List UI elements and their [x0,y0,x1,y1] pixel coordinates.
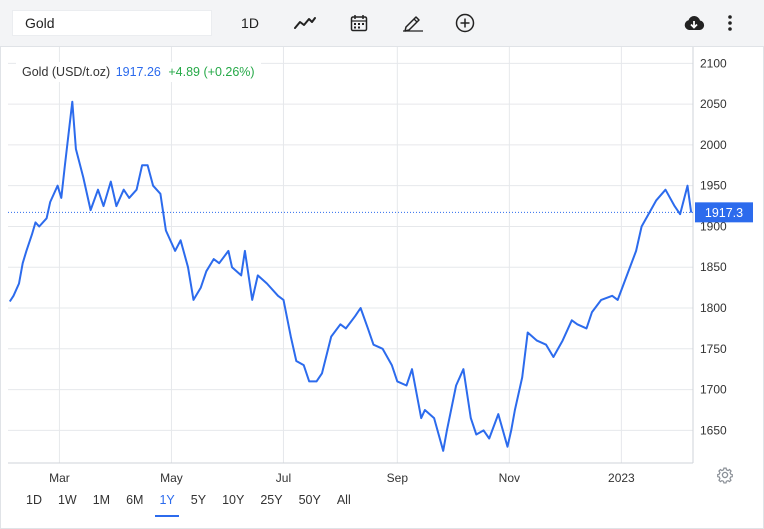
cloud-download-icon[interactable] [678,8,710,38]
x-tick-label: May [160,471,183,485]
y-tick-label: 2100 [700,56,727,70]
y-tick-label: 1750 [700,342,727,356]
range-button-1w[interactable]: 1W [50,490,85,515]
range-button-1m[interactable]: 1M [85,490,118,515]
plus-circle-icon[interactable] [448,8,482,38]
x-tick-label: Jul [276,471,291,485]
range-button-1d[interactable]: 1D [18,490,50,515]
x-tick-label: 2023 [608,471,635,485]
range-selector: 1D 1W 1M 6M 1Y 5Y 10Y 25Y 50Y All [18,490,359,517]
x-tick-label: Mar [49,471,70,485]
symbol-search-input[interactable]: Gold [12,10,212,36]
range-button-10y[interactable]: 10Y [214,490,252,515]
legend-change: +4.89 (+0.26%) [168,65,255,79]
chart-area[interactable]: 1650 1700 1750 1800 1850 1900 1950 2000 2050 2100… [0,47,764,492]
legend-price: 1917.26 [115,65,161,79]
x-tick-label: Nov [499,471,520,485]
range-button-6m[interactable]: 6M [118,490,151,515]
range-button-all[interactable]: All [329,490,359,515]
price-tag-label: 1917.3 [705,206,743,220]
range-button-1y[interactable]: 1Y [151,490,182,517]
range-button-25y[interactable]: 25Y [252,490,290,515]
y-tick-label: 1850 [700,260,727,274]
pencil-icon[interactable] [396,8,430,38]
y-tick-label: 1800 [700,301,727,315]
y-tick-label: 2000 [700,138,727,152]
interval-button[interactable]: 1D [232,8,268,38]
x-tick-label: Sep [387,471,409,485]
y-tick-label: 2050 [700,97,727,111]
legend-symbol-name: Gold (USD/t.oz) [22,65,111,79]
y-tick-label: 1950 [700,179,727,193]
range-button-5y[interactable]: 5Y [183,490,214,515]
range-button-50y[interactable]: 50Y [291,490,329,515]
calendar-icon[interactable] [342,8,376,38]
y-tick-label: 1700 [700,383,727,397]
gear-icon[interactable] [716,466,734,484]
chart-legend: Gold (USD/t.oz) 1917.26 +4.89 (+0.26%) [16,62,261,82]
line-style-icon[interactable] [288,8,322,38]
more-vertical-icon[interactable] [718,8,742,38]
price-chart[interactable]: 1650170017501800185019001950200020502100… [0,47,764,487]
y-tick-label: 1650 [700,423,727,437]
toolbar: Gold 1D [0,0,764,47]
series-line-gold[interactable] [8,100,693,452]
